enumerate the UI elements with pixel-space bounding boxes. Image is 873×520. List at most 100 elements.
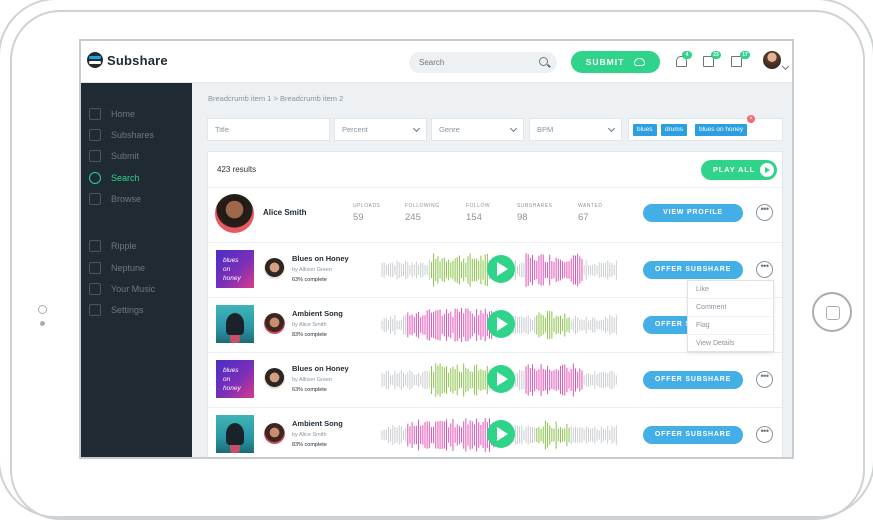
sidebar-item-submit[interactable]: Submit bbox=[89, 149, 139, 163]
chevron-down-icon bbox=[607, 124, 616, 133]
user-avatar[interactable] bbox=[763, 51, 781, 69]
sidebar-item-neptune[interactable]: Neptune bbox=[89, 261, 145, 275]
sidebar-item-label: Home bbox=[111, 109, 136, 119]
chevron-down-icon bbox=[412, 124, 421, 133]
search-bar[interactable] bbox=[409, 52, 557, 73]
tag-filter-box[interactable]: blues drums blues on honey bbox=[628, 118, 783, 141]
stat-value: 98 bbox=[517, 212, 528, 223]
album-art-text: blues bbox=[223, 367, 239, 374]
album-art[interactable] bbox=[216, 415, 254, 453]
artist-avatar[interactable] bbox=[264, 258, 285, 279]
song-artist[interactable]: by Alice Smith bbox=[292, 322, 327, 328]
more-options-icon[interactable]: ••• bbox=[756, 204, 773, 221]
bpm-select[interactable]: BPM bbox=[529, 118, 622, 141]
album-art-text: honey bbox=[223, 385, 241, 392]
genre-select-value: Genre bbox=[439, 125, 460, 134]
sidebar-item-settings[interactable]: Settings bbox=[89, 303, 144, 317]
sidebar-item-home[interactable]: Home bbox=[89, 107, 135, 121]
sidebar-item-label: Search bbox=[111, 173, 140, 183]
sidebar-item-label: Ripple bbox=[111, 241, 137, 251]
breadcrumb-item-1[interactable]: Breadcrumb item 1 bbox=[208, 94, 271, 103]
breadcrumb-item-2[interactable]: Breadcrumb item 2 bbox=[280, 94, 343, 103]
stat-value: 154 bbox=[466, 212, 482, 223]
search-icon[interactable] bbox=[539, 57, 548, 66]
song-title[interactable]: Blues on Honey bbox=[292, 254, 349, 263]
stat-uploads: UPLOADS 59 bbox=[353, 203, 380, 223]
play-icon[interactable] bbox=[487, 310, 515, 338]
song-progress: 83% complete bbox=[292, 332, 327, 338]
filter-tag[interactable]: blues on honey bbox=[695, 124, 748, 136]
remove-tag-icon[interactable]: × bbox=[747, 115, 755, 123]
artist-avatar[interactable] bbox=[264, 368, 285, 389]
cloud-upload-icon bbox=[89, 150, 101, 162]
filter-tag[interactable]: blues bbox=[633, 124, 657, 136]
results-count: 423 results bbox=[217, 165, 257, 174]
album-art[interactable] bbox=[216, 305, 254, 343]
play-icon[interactable] bbox=[487, 420, 515, 448]
menu-item-flag[interactable]: Flag bbox=[688, 317, 773, 335]
genre-select[interactable]: Genre bbox=[431, 118, 524, 141]
menu-item-view-details[interactable]: View Details bbox=[688, 335, 773, 353]
logo-icon bbox=[87, 52, 103, 68]
sidebar-item-search[interactable]: Search bbox=[89, 171, 140, 185]
play-icon[interactable] bbox=[487, 255, 515, 283]
music-icon bbox=[89, 283, 101, 295]
stat-label: UPLOADS bbox=[353, 203, 381, 209]
song-row: Ambient Song by Alice Smith 83% complete… bbox=[208, 407, 782, 457]
album-art-text: honey bbox=[223, 275, 241, 282]
profile-name[interactable]: Alice Smith bbox=[263, 208, 307, 217]
menu-item-like[interactable]: Like bbox=[688, 281, 773, 299]
view-profile-button[interactable]: VIEW PROFILE bbox=[643, 204, 743, 222]
gear-icon bbox=[89, 304, 101, 316]
home-button[interactable] bbox=[812, 292, 852, 332]
offer-subshare-button[interactable]: OFFER SUBSHARE bbox=[643, 426, 743, 444]
album-art[interactable]: blues on honey bbox=[216, 250, 254, 288]
stat-label: WANTED bbox=[578, 203, 603, 209]
song-progress: 83% complete bbox=[292, 442, 327, 448]
song-artist[interactable]: by Allison Green bbox=[292, 267, 332, 273]
compass-icon bbox=[89, 193, 101, 205]
song-progress: 63% complete bbox=[292, 277, 327, 283]
chevron-down-icon bbox=[509, 124, 518, 133]
breadcrumb-separator: > bbox=[273, 94, 278, 103]
song-title[interactable]: Blues on Honey bbox=[292, 364, 349, 373]
song-title[interactable]: Ambient Song bbox=[292, 419, 343, 428]
stat-wanted: WANTED 67 bbox=[578, 203, 602, 223]
play-icon[interactable] bbox=[487, 365, 515, 393]
search-input[interactable] bbox=[409, 52, 527, 73]
calendar-badge: 17 bbox=[740, 51, 750, 59]
menu-item-comment[interactable]: Comment bbox=[688, 299, 773, 317]
more-options-icon[interactable]: ••• bbox=[756, 371, 773, 388]
offer-subshare-button[interactable]: OFFER SUBSHARE bbox=[643, 261, 743, 279]
submit-label: SUBMIT bbox=[585, 57, 625, 67]
song-artist[interactable]: by Alice Smith bbox=[292, 432, 327, 438]
stat-label: FOLLOWING bbox=[405, 203, 440, 209]
profile-avatar[interactable] bbox=[215, 194, 254, 233]
bpm-select-value: BPM bbox=[537, 125, 554, 134]
offer-subshare-button[interactable]: OFFER SUBSHARE bbox=[643, 371, 743, 389]
play-all-button[interactable]: PLAY ALL bbox=[701, 160, 777, 180]
stat-label: SUBSHARES bbox=[517, 203, 553, 209]
sidebar-item-your-music[interactable]: Your Music bbox=[89, 282, 155, 296]
submit-button[interactable]: SUBMIT bbox=[571, 51, 660, 73]
more-options-icon[interactable]: ••• bbox=[756, 426, 773, 443]
sidebar-item-browse[interactable]: Browse bbox=[89, 192, 141, 206]
title-filter-input[interactable]: Title bbox=[207, 118, 330, 141]
message-badge: 23 bbox=[711, 51, 721, 59]
more-options-icon[interactable]: ••• bbox=[756, 261, 773, 278]
album-art-text: on bbox=[223, 266, 231, 273]
song-artist[interactable]: by Allison Green bbox=[292, 377, 332, 383]
sidebar-item-label: Settings bbox=[111, 305, 144, 315]
artist-avatar[interactable] bbox=[264, 423, 285, 444]
chevron-down-icon[interactable] bbox=[781, 62, 790, 71]
sidebar-item-label: Browse bbox=[111, 194, 142, 204]
artist-avatar[interactable] bbox=[264, 313, 285, 334]
filter-tag[interactable]: drums bbox=[661, 124, 688, 136]
percent-select[interactable]: Percent bbox=[334, 118, 427, 141]
logo[interactable]: Subshare bbox=[87, 52, 168, 68]
sidebar-item-subshares[interactable]: Subshares bbox=[89, 128, 154, 142]
stat-subshares: SUBSHARES 98 bbox=[517, 203, 552, 223]
sidebar-item-ripple[interactable]: Ripple bbox=[89, 239, 137, 253]
song-title[interactable]: Ambient Song bbox=[292, 309, 343, 318]
album-art[interactable]: blues on honey bbox=[216, 360, 254, 398]
